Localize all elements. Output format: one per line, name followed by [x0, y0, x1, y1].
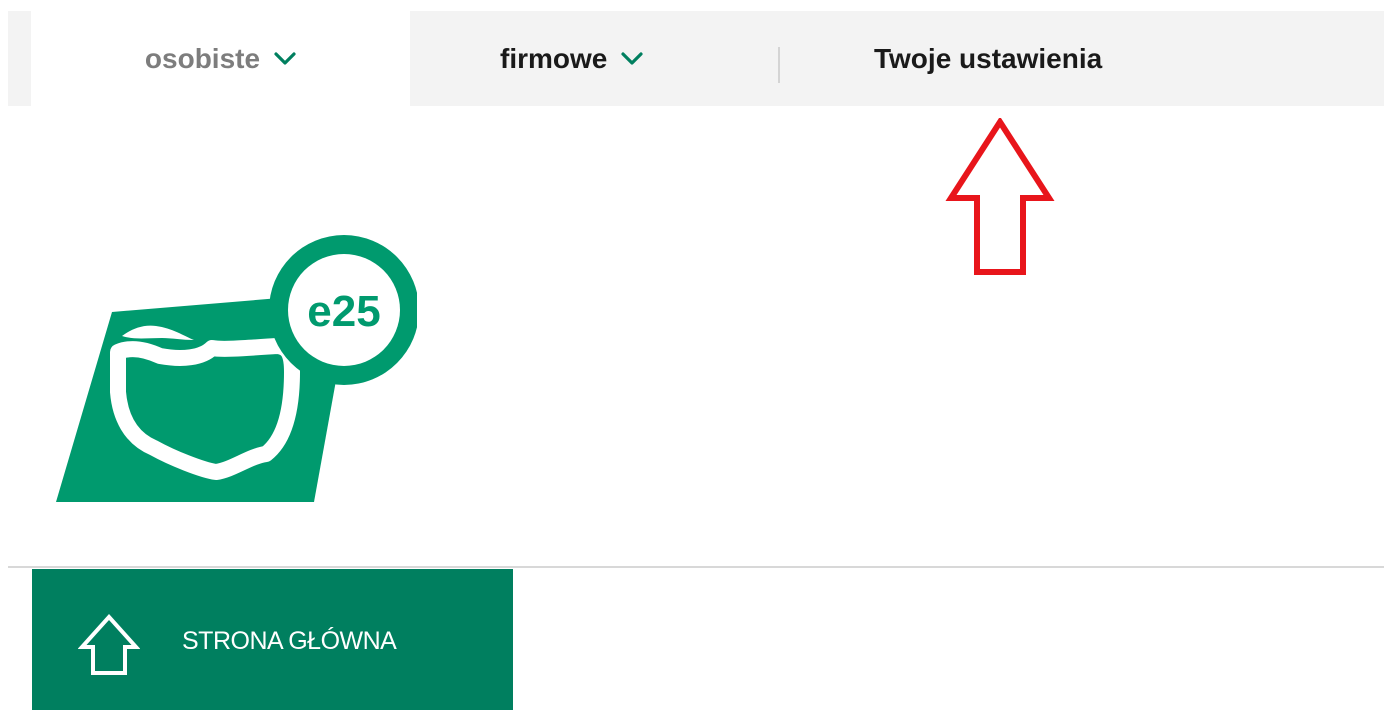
chevron-down-icon: [274, 51, 296, 65]
bank-logo: e25: [56, 235, 417, 502]
home-nav-item[interactable]: STRONA GŁÓWNA: [32, 569, 513, 710]
chevron-down-icon: [621, 51, 643, 65]
home-nav-label: STRONA GŁÓWNA: [182, 627, 397, 655]
red-up-arrow-annotation: [945, 118, 1055, 275]
your-settings-link[interactable]: Twoje ustawienia: [874, 11, 1102, 106]
tab-personal-label: osobiste: [144, 42, 261, 74]
tab-business-label: firmowe: [500, 42, 608, 74]
tab-business[interactable]: firmowe: [500, 11, 643, 106]
top-navigation-bar: osobiste firmowe Twoje ustawienia: [8, 11, 1384, 106]
your-settings-label: Twoje ustawienia: [874, 42, 1103, 74]
home-icon: [78, 614, 140, 675]
section-divider: [8, 566, 1384, 568]
nav-divider: [778, 47, 780, 83]
tab-personal[interactable]: osobiste: [31, 11, 410, 106]
logo-text: e25: [307, 287, 380, 336]
